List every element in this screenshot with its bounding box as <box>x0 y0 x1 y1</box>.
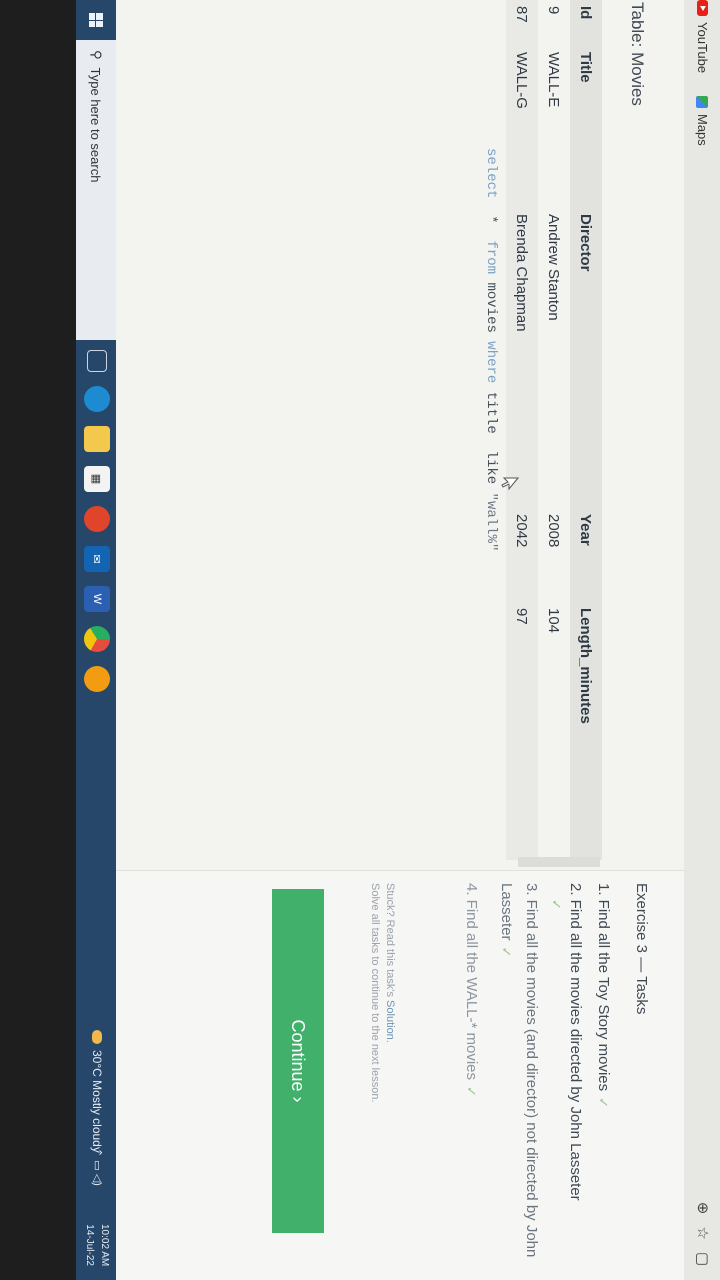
task-item: 3. Find all the movies (and director) no… <box>494 883 544 1263</box>
tasks-panel: Exercise 3 — Tasks 1. Find all the Toy S… <box>116 870 684 1280</box>
task-view-icon[interactable] <box>87 350 107 372</box>
extension-icon[interactable]: ▢ <box>694 1252 712 1266</box>
windows-icon <box>89 13 103 27</box>
bookmarks-bar: YouTube Maps ⊕ ☆ ▢ <box>683 0 720 1280</box>
vlc-icon[interactable] <box>84 666 110 692</box>
stuck-prefix: Stuck? Read this task's <box>384 883 396 1001</box>
table-row: 9 WALL-E Andrew Stanton 2008 104 <box>538 0 570 860</box>
maps-icon <box>696 96 709 108</box>
sql-pattern-string: "wall%" <box>483 492 499 552</box>
taskbar-clock[interactable]: 10:02 AM 14-Jul-22 <box>82 1224 112 1266</box>
office-icon[interactable] <box>84 506 110 532</box>
taskbar-search-placeholder: Type here to search <box>88 67 104 183</box>
monitor-bezel <box>0 0 76 1280</box>
solution-link[interactable]: Solution <box>384 1000 396 1040</box>
mail-icon[interactable]: ✉ <box>84 546 110 572</box>
table-header-row: Id Title Director Year Length_minutes <box>570 0 602 860</box>
table-cell: 2008 <box>545 514 563 548</box>
task-text: 4. Find all the WALL-* movies <box>463 883 480 1081</box>
check-icon: ✓ <box>549 899 564 910</box>
task-item: 2. Find all the movies directed by John … <box>549 883 588 1263</box>
table-cell: Brenda Chapman <box>506 202 538 514</box>
table-cell: Andrew Stanton <box>545 214 563 321</box>
check-icon: ✓ <box>464 1086 479 1097</box>
start-button[interactable] <box>76 0 116 40</box>
task-item: 4. Find all the WALL-* movies ✓ <box>459 883 484 1263</box>
column-header: Id <box>570 0 602 36</box>
task-text: 3. Find all the movies (and director) no… <box>498 883 540 1258</box>
table-cell: 104 <box>545 608 563 634</box>
bookmark-youtube[interactable]: YouTube <box>695 0 710 73</box>
table-cell: 2042 <box>506 514 538 604</box>
browser-toolbar-icons: ⊕ ☆ ▢ <box>694 1202 712 1266</box>
task-item: 1. Find all the Toy Story movies ✓ <box>591 883 616 1263</box>
continue-label: Continue › <box>288 1019 309 1103</box>
table-cell: 9 <box>545 6 563 15</box>
stuck-suffix: . <box>384 1039 396 1043</box>
sql-star: * <box>483 215 499 224</box>
system-tray[interactable]: ⌃ ▭ ◁) <box>91 1148 104 1186</box>
column-header: Director <box>570 202 602 514</box>
sql-column-name: title <box>483 391 499 434</box>
bookmark-youtube-label: YouTube <box>695 22 710 74</box>
taskbar-apps: ▦ ✉ W <box>84 350 110 692</box>
column-header: Length_minutes <box>570 604 602 860</box>
mouse-pointer-icon <box>501 477 519 491</box>
table-cell: WALL-E <box>545 52 563 108</box>
column-header: Year <box>570 514 602 604</box>
edge-icon[interactable] <box>84 386 110 412</box>
tray-icons: ⌃ ▭ ◁) <box>91 1148 103 1186</box>
windows-taskbar: ⚲ Type here to search ▦ ✉ W 30°C Mostly … <box>76 0 116 1280</box>
bookmark-maps[interactable]: Maps <box>695 96 710 146</box>
clock-time: 10:02 AM <box>99 1224 110 1267</box>
table-scrollbar[interactable] <box>518 857 600 867</box>
file-explorer-icon[interactable] <box>84 426 110 452</box>
table-row: 87 WALL-G Brenda Chapman 2042 97 <box>506 0 538 860</box>
zoom-icon[interactable]: ⊕ <box>694 1202 712 1215</box>
taskbar-search-box[interactable]: ⚲ Type here to search <box>76 40 116 340</box>
task-text: 1. Find all the Toy Story movies <box>595 883 612 1092</box>
solve-hint: Solve all tasks to continue to the next … <box>369 883 381 1103</box>
bookmark-maps-label: Maps <box>695 114 710 146</box>
stuck-hint: Stuck? Read this task's Solution. Solve … <box>367 883 397 1263</box>
table-panel: Table: Movies Id Title Director Year Len… <box>116 0 684 870</box>
table-cell: WALL-G <box>506 36 538 202</box>
screen: YouTube Maps ⊕ ☆ ▢ Table: Movies Id Titl… <box>0 0 720 1280</box>
column-header: Title <box>570 36 602 202</box>
sql-keyword-select: select <box>483 148 499 199</box>
check-icon: ✓ <box>499 946 514 958</box>
weather-text: 30°C Mostly cloudy <box>90 1050 104 1153</box>
check-icon: ✓ <box>596 1097 611 1109</box>
star-icon[interactable]: ☆ <box>694 1226 712 1239</box>
task-text: 2. Find all the movies directed by John … <box>567 883 584 1201</box>
movies-table: Id Title Director Year Length_minutes 9 … <box>506 0 602 860</box>
tasks-title: Exercise 3 — Tasks <box>633 883 650 1015</box>
sql-table-name: movies <box>483 282 499 333</box>
lesson-content: Table: Movies Id Title Director Year Len… <box>116 0 684 1280</box>
store-icon[interactable]: ▦ <box>84 466 110 492</box>
weather-widget[interactable]: 30°C Mostly cloudy <box>90 1030 104 1153</box>
sql-keyword-where: where <box>483 341 499 384</box>
sql-like-operator: like <box>483 450 499 485</box>
continue-button[interactable]: Continue › <box>272 889 324 1233</box>
table-title: Table: Movies <box>628 2 647 106</box>
search-icon: ⚲ <box>89 50 104 60</box>
word-icon[interactable]: W <box>84 586 110 612</box>
sql-query-editor[interactable]: select * from movies where title like "w… <box>469 148 499 708</box>
youtube-icon <box>697 0 708 16</box>
sql-keyword-from: from <box>483 240 499 275</box>
clock-date: 14-Jul-22 <box>84 1224 95 1266</box>
table-cell: 97 <box>506 604 538 860</box>
table-cell: 87 <box>506 0 538 36</box>
cloud-icon <box>92 1030 102 1044</box>
chrome-icon[interactable] <box>84 626 110 652</box>
